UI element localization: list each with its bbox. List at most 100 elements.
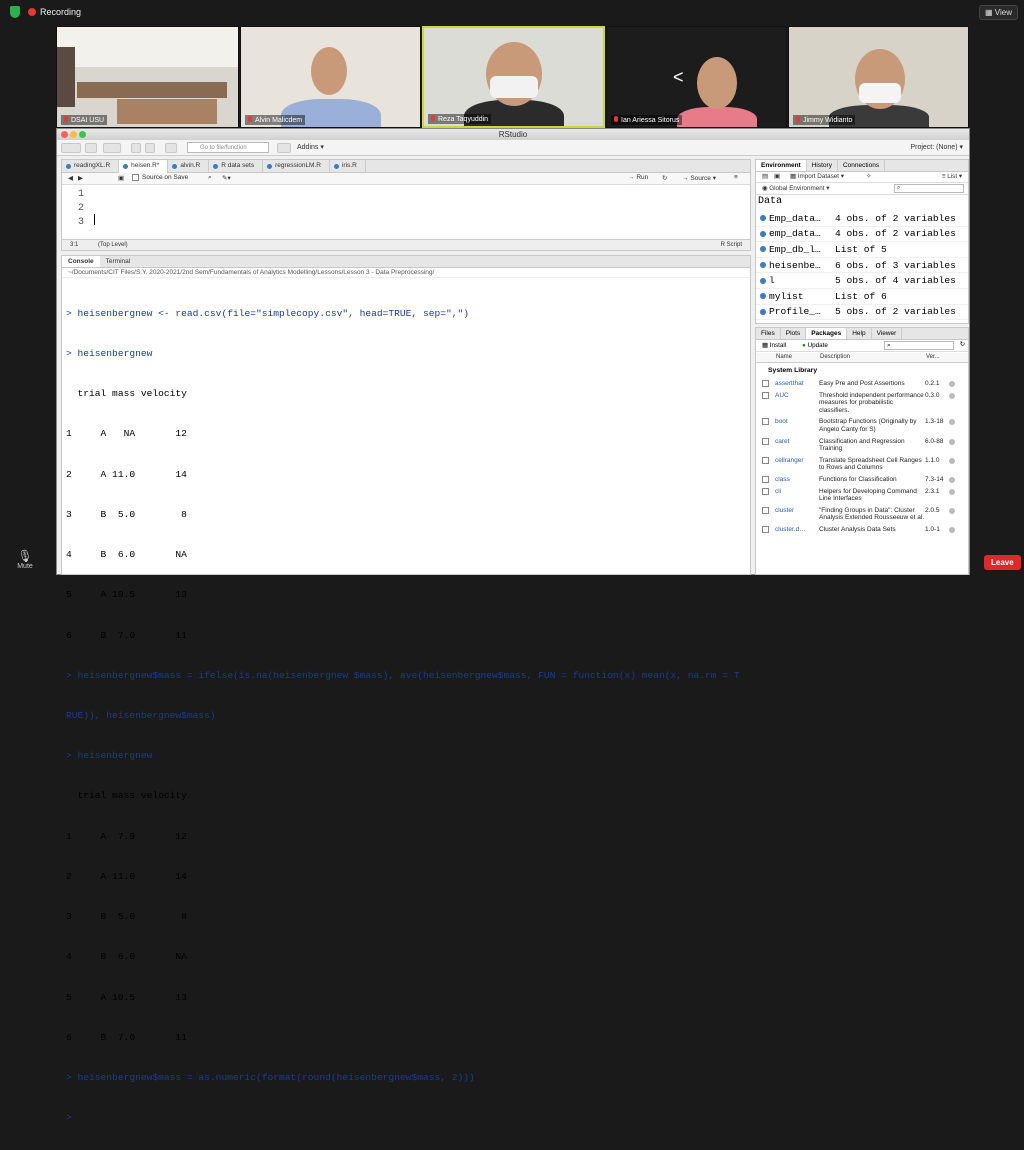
tab-viewer[interactable]: Viewer	[872, 328, 903, 339]
save-button[interactable]	[131, 143, 141, 153]
environment-row[interactable]: Profile_… 5 obs. of 2 variables	[756, 305, 968, 321]
security-shield-icon[interactable]	[10, 6, 20, 18]
close-window-icon[interactable]	[61, 131, 68, 138]
tab-environment[interactable]: Environment	[756, 160, 807, 171]
environment-search-input[interactable]: ⌕	[894, 184, 964, 193]
tab-iris[interactable]: iris.R	[330, 160, 366, 173]
environment-row[interactable]: heisenbe… 6 obs. of 3 variables	[756, 258, 968, 274]
package-checkbox[interactable]	[762, 437, 769, 445]
save-workspace-icon[interactable]: ▣	[774, 173, 780, 180]
tab-regressionlm[interactable]: regressionLM.R	[263, 160, 330, 173]
package-name-link[interactable]: caret	[775, 438, 819, 453]
package-name-link[interactable]: boot	[775, 418, 819, 433]
tab-heisen[interactable]: heisen.R*	[119, 160, 169, 173]
goto-file-input[interactable]: Go to file/function	[187, 142, 269, 153]
package-name-link[interactable]: cellranger	[775, 457, 819, 472]
magic-wand-icon[interactable]: ✎▾	[222, 174, 231, 182]
remove-package-icon[interactable]	[949, 488, 955, 495]
install-button[interactable]: ▦ Install	[762, 342, 786, 349]
package-name-link[interactable]: AUC	[775, 392, 819, 415]
package-checkbox[interactable]	[762, 380, 769, 387]
expand-icon[interactable]	[760, 308, 766, 315]
participant-tile[interactable]: Jimmy Widianto	[788, 26, 969, 128]
participant-tile[interactable]: DSAI USU	[56, 26, 239, 128]
environment-scope-menu[interactable]: ◉ Global Environment ▾	[762, 185, 829, 192]
new-file-button[interactable]	[61, 143, 81, 153]
participant-tile-active-speaker[interactable]: Reza Taqyuddin	[422, 26, 605, 128]
source-button[interactable]: → Source ▾	[682, 174, 716, 182]
tab-connections[interactable]: Connections	[838, 160, 886, 171]
view-mode-menu[interactable]: ≡ List ▾	[942, 173, 962, 180]
leave-button[interactable]: Leave	[984, 555, 1021, 570]
tab-help[interactable]: Help	[847, 328, 872, 339]
package-checkbox[interactable]	[762, 475, 769, 483]
remove-package-icon[interactable]	[949, 526, 955, 533]
tab-terminal[interactable]: Terminal	[100, 256, 137, 267]
package-checkbox[interactable]	[762, 506, 769, 514]
package-name-link[interactable]: cluster	[775, 507, 819, 522]
tab-files[interactable]: Files	[756, 328, 781, 339]
column-header-name[interactable]: Name	[776, 354, 792, 360]
file-type-indicator[interactable]: R Script	[721, 242, 742, 248]
package-checkbox[interactable]	[762, 487, 769, 495]
remove-package-icon[interactable]	[949, 392, 955, 399]
remove-package-icon[interactable]	[949, 438, 955, 445]
environment-row[interactable]: l 5 obs. of 4 variables	[756, 273, 968, 289]
code-area[interactable]	[92, 186, 748, 238]
expand-icon[interactable]	[760, 293, 766, 300]
column-header-description[interactable]: Description	[820, 354, 850, 360]
outline-icon[interactable]: ≡	[734, 174, 738, 181]
package-name-link[interactable]: cli	[775, 488, 819, 503]
remove-package-icon[interactable]	[949, 457, 955, 464]
new-project-button[interactable]	[85, 143, 97, 153]
expand-icon[interactable]	[760, 230, 766, 237]
tab-alvin[interactable]: alvin.R	[168, 160, 210, 173]
package-checkbox[interactable]	[762, 418, 769, 426]
source-on-save-checkbox[interactable]	[132, 174, 139, 181]
environment-row[interactable]: mylist List of 6	[756, 289, 968, 305]
broom-icon[interactable]: ✧	[866, 173, 871, 180]
tab-packages[interactable]: Packages	[806, 328, 848, 339]
remove-package-icon[interactable]	[949, 381, 955, 387]
project-menu[interactable]: Project: (None) ▾	[910, 143, 963, 151]
tab-console[interactable]: Console	[62, 256, 100, 267]
column-header-version[interactable]: Ver...	[926, 354, 940, 360]
maximize-window-icon[interactable]	[79, 131, 86, 138]
console-prompt[interactable]: >	[66, 1111, 750, 1124]
import-dataset-button[interactable]: ▦ Import Dataset ▾	[790, 173, 844, 180]
load-workspace-icon[interactable]: ▤	[762, 173, 768, 180]
environment-row[interactable]: Emp_db_l… List of 5	[756, 242, 968, 258]
minimize-window-icon[interactable]	[70, 131, 77, 138]
workspace-panes-button[interactable]	[277, 143, 291, 153]
package-name-link[interactable]: assertthat	[775, 380, 819, 388]
expand-icon[interactable]	[760, 246, 766, 253]
search-icon[interactable]: ⌕	[208, 174, 212, 182]
update-button[interactable]: ● Update	[802, 342, 828, 349]
package-name-link[interactable]: cluster.d…	[775, 526, 819, 534]
participant-tile[interactable]: < Ian Ariessa Sitorus	[606, 26, 787, 128]
package-checkbox[interactable]	[762, 525, 769, 533]
mute-button[interactable]: 🎙 Mute	[8, 549, 42, 570]
addins-menu[interactable]: Addins ▾	[297, 143, 324, 151]
tab-history[interactable]: History	[807, 160, 838, 171]
refresh-icon[interactable]: ↻	[960, 341, 965, 348]
save-file-icon[interactable]: ▣	[118, 174, 124, 182]
run-button[interactable]: → Run	[628, 174, 648, 181]
packages-search-input[interactable]: ⌕	[884, 341, 954, 350]
remove-package-icon[interactable]	[949, 419, 955, 426]
recording-indicator[interactable]: Recording	[28, 7, 81, 17]
expand-icon[interactable]	[760, 277, 766, 284]
package-checkbox[interactable]	[762, 391, 769, 399]
tab-readingxl[interactable]: readingXL.R	[62, 160, 120, 173]
tab-r-data-sets[interactable]: R data sets	[209, 160, 264, 173]
tab-plots[interactable]: Plots	[781, 328, 807, 339]
expand-icon[interactable]	[760, 262, 766, 269]
view-button[interactable]: ▦ View	[979, 5, 1018, 20]
environment-row[interactable]: Emp_data… 4 obs. of 2 variables	[756, 211, 968, 227]
open-file-button[interactable]	[103, 143, 121, 153]
console-output[interactable]: > heisenbergnew <- read.csv(file="simple…	[66, 280, 750, 1150]
expand-icon[interactable]	[760, 215, 766, 222]
remove-package-icon[interactable]	[949, 507, 955, 514]
rerun-icon[interactable]: ↻	[662, 174, 667, 182]
scope-indicator[interactable]: (Top Level)	[98, 242, 128, 248]
